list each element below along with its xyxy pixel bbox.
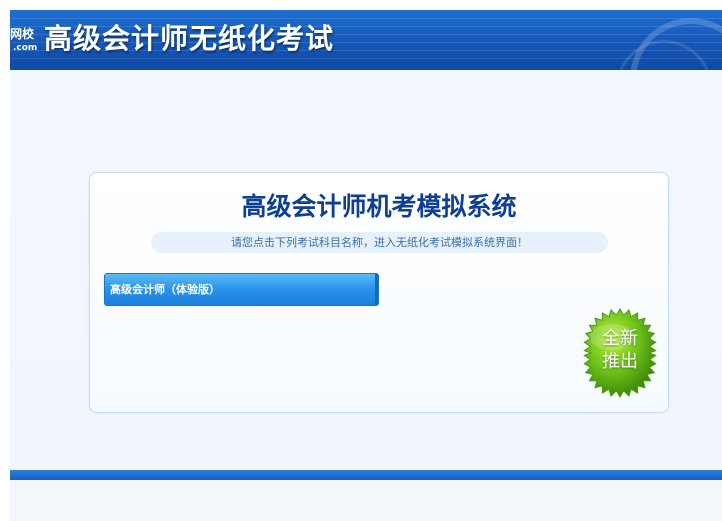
- system-title: 高级会计师机考模拟系统: [241, 192, 517, 221]
- exam-item-senior-accountant-trial[interactable]: 高级会计师（体验版）: [104, 273, 379, 306]
- logo: 网校: [10, 27, 35, 41]
- exam-item-label: 高级会计师（体验版）: [110, 283, 220, 296]
- new-release-badge-icon: 全新 推出: [574, 307, 666, 399]
- footer-bar: [10, 470, 722, 480]
- page: 网校 .com 高级会计师无纸化考试 高级会计师机考模拟系统 请您点击下列考试科…: [0, 0, 722, 521]
- badge-line-1: 全新: [602, 328, 638, 349]
- header-banner: 网校 .com 高级会计师无纸化考试: [10, 10, 722, 70]
- footer: [10, 480, 722, 521]
- instruction-text: 请您点击下列考试科目名称，进入无纸化考试模拟系统界面！: [151, 232, 608, 253]
- badge-line-2: 推出: [602, 351, 638, 372]
- page-title: 高级会计师无纸化考试: [44, 22, 335, 55]
- logo-domain: .com: [13, 43, 38, 53]
